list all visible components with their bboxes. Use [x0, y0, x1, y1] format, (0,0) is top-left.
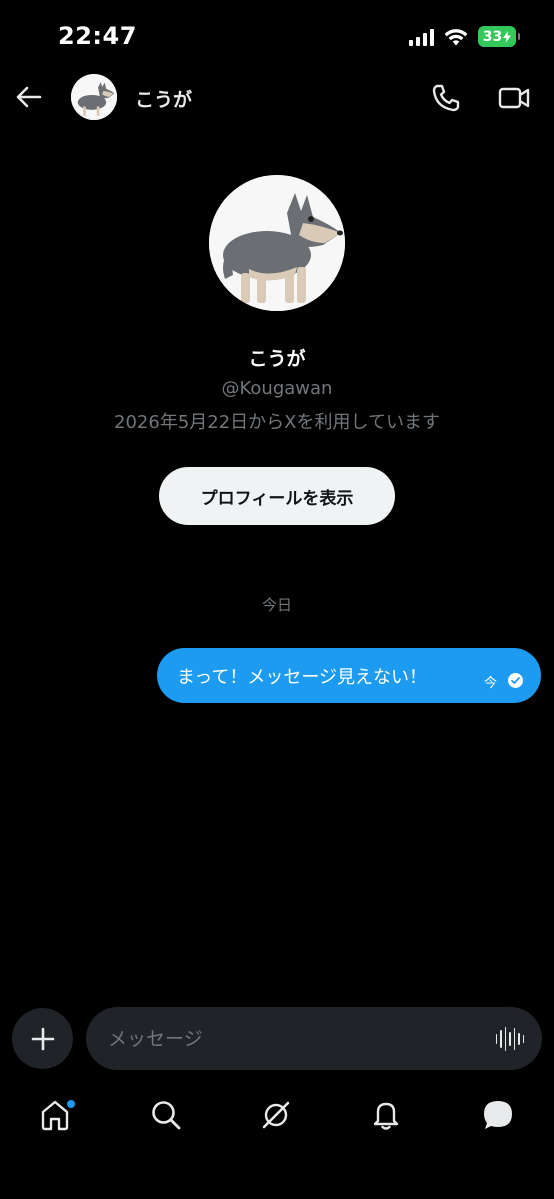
add-attachment-button[interactable] [12, 1008, 73, 1069]
message-timestamp: 今 [483, 676, 497, 691]
status-indicators: 33 [409, 26, 520, 47]
notification-dot [67, 1100, 75, 1108]
view-profile-button[interactable]: プロフィールを表示 [159, 467, 395, 525]
bell-icon [373, 1102, 399, 1130]
nav-grok[interactable] [259, 1098, 295, 1134]
conversation-header: こうが [0, 72, 554, 124]
date-separator: 今日 [261, 596, 292, 614]
contact-name[interactable]: こうが [135, 85, 192, 112]
contact-avatar[interactable] [71, 74, 117, 120]
voice-message-button[interactable] [496, 1026, 524, 1052]
charging-bolt-icon [503, 30, 512, 43]
message-input[interactable] [108, 1007, 488, 1070]
phone-icon [432, 84, 460, 112]
nav-home[interactable] [39, 1098, 75, 1134]
profile-joined-date: 2026年5月22日からXを利用しています [114, 412, 440, 433]
profile-avatar[interactable] [209, 175, 345, 311]
battery-level: 33 [482, 28, 503, 45]
search-icon [152, 1101, 181, 1130]
messages-icon [484, 1101, 512, 1129]
bottom-navigation [0, 1090, 554, 1150]
wolf-avatar-icon [209, 175, 345, 311]
profile-handle: @Kougawan [221, 378, 333, 399]
outgoing-message-bubble[interactable]: まって！メッセージ見えない！ 今 [157, 648, 541, 703]
plus-icon [31, 1027, 54, 1050]
arrow-left-icon [16, 86, 42, 108]
cellular-signal-icon [409, 28, 434, 46]
message-text: まって！メッセージ見えない！ [177, 666, 428, 688]
wifi-icon [444, 28, 468, 45]
read-receipt-check-icon [508, 673, 523, 688]
profile-name: こうが [248, 348, 306, 370]
voice-call-button[interactable] [430, 82, 462, 114]
message-composer [86, 1007, 542, 1070]
video-camera-icon [498, 87, 530, 109]
nav-notifications[interactable] [370, 1098, 406, 1134]
nav-search[interactable] [149, 1098, 185, 1134]
video-call-button[interactable] [497, 82, 531, 114]
wolf-avatar-icon [71, 74, 117, 120]
back-button[interactable] [14, 82, 44, 112]
status-time: 22:47 [58, 22, 137, 50]
status-bar: 22:47 33 [0, 0, 554, 72]
grok-icon [262, 1101, 290, 1129]
battery-indicator: 33 [478, 26, 520, 47]
nav-messages[interactable] [481, 1098, 517, 1134]
